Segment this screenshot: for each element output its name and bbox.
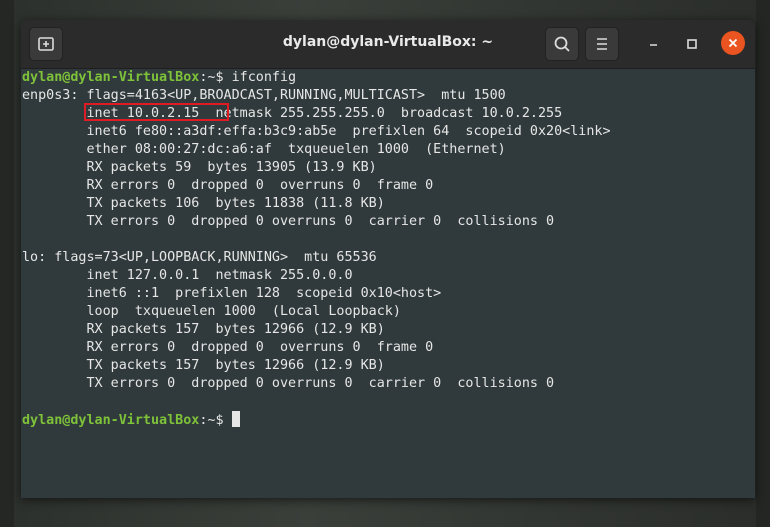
minimize-button[interactable] [641, 31, 667, 57]
output-line: inet6 fe80::a3df:effa:b3c9:ab5e prefixle… [22, 124, 611, 139]
output-line: inet6 ::1 prefixlen 128 scopeid 0x10<hos… [22, 286, 442, 301]
output-line: RX packets 157 bytes 12966 (12.9 KB) [22, 322, 385, 337]
prompt-suffix: :~$ [199, 70, 232, 85]
output-line: TX errors 0 dropped 0 overruns 0 carrier… [22, 214, 555, 229]
titlebar: dylan@dylan-VirtualBox: ~ [21, 20, 755, 69]
output-line: inet 127.0.0.1 netmask 255.0.0.0 [22, 268, 353, 283]
output-line: ether 08:00:27:dc:a6:af txqueuelen 1000 … [22, 142, 506, 157]
maximize-button[interactable] [679, 31, 705, 57]
output-line: RX errors 0 dropped 0 overruns 0 frame 0 [22, 178, 434, 193]
output-line: lo: flags=73<UP,LOOPBACK,RUNNING> mtu 65… [22, 250, 377, 265]
prompt-user: dylan@dylan-VirtualBox [22, 70, 200, 85]
search-button[interactable] [545, 27, 579, 61]
highlight-box [84, 103, 229, 121]
prompt-suffix: :~$ [199, 413, 232, 428]
close-button[interactable] [721, 31, 745, 55]
background-left [0, 0, 14, 527]
prompt-user: dylan@dylan-VirtualBox [22, 413, 200, 428]
hamburger-menu-icon [597, 38, 607, 50]
prompt-line-current[interactable]: dylan@dylan-VirtualBox:~$ [22, 411, 755, 429]
output-line: TX packets 157 bytes 12966 (12.9 KB) [22, 358, 385, 373]
prompt-line: dylan@dylan-VirtualBox:~$ ifconfig [22, 69, 755, 87]
output-line: TX packets 106 bytes 11838 (11.8 KB) [22, 196, 385, 211]
background-right [756, 0, 770, 527]
search-icon [554, 36, 570, 52]
command-text: ifconfig [231, 70, 297, 85]
output-line: RX packets 59 bytes 13905 (13.9 KB) [22, 160, 377, 175]
maximize-icon [687, 39, 697, 49]
text-cursor [231, 411, 240, 427]
minimize-icon [650, 44, 657, 46]
menu-button[interactable] [585, 27, 619, 61]
output-line: loop txqueuelen 1000 (Local Loopback) [22, 304, 401, 319]
close-icon [728, 38, 738, 48]
output-line: RX errors 0 dropped 0 overruns 0 frame 0 [22, 340, 434, 355]
output-line: TX errors 0 dropped 0 overruns 0 carrier… [22, 376, 555, 391]
terminal-output[interactable]: dylan@dylan-VirtualBox:~$ ifconfig enp0s… [21, 69, 755, 498]
terminal-window: dylan@dylan-VirtualBox: ~ dylan@dylan-Vi… [21, 20, 755, 498]
